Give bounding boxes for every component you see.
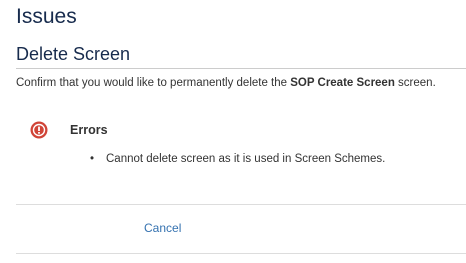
screen-name: SOP Create Screen: [290, 77, 395, 89]
confirm-message: Confirm that you would like to permanent…: [16, 74, 436, 92]
confirm-suffix: screen.: [394, 77, 436, 89]
error-item: • Cannot delete screen as it is used in S…: [90, 150, 385, 168]
error-list: • Cannot delete screen as it is used in S…: [90, 150, 385, 168]
footer-divider-bottom: [16, 253, 466, 254]
footer-divider-top: [16, 204, 466, 205]
error-icon: [30, 121, 48, 139]
dialog-title: Delete Screen: [16, 44, 131, 64]
confirm-prefix: Confirm that you would like to permanent…: [16, 77, 291, 89]
title-divider: [16, 68, 466, 69]
errors-heading: Errors: [70, 123, 108, 137]
cancel-link[interactable]: Cancel: [144, 219, 181, 237]
bullet-icon: •: [90, 153, 95, 165]
error-item-text: Cannot delete screen as it is used in Sc…: [106, 153, 386, 165]
page-title: Issues: [16, 5, 77, 28]
